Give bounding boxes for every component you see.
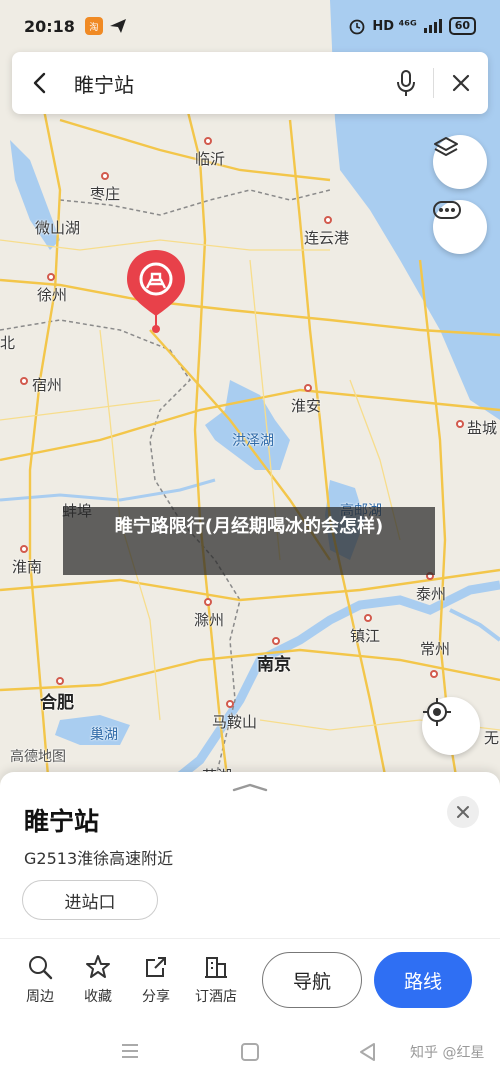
- star-icon: [86, 955, 110, 978]
- watermark: 知乎 @红星: [410, 1045, 485, 1061]
- more-dots-icon: [433, 201, 461, 219]
- city-label-bei: 北: [0, 334, 16, 352]
- status-time: 20:18: [24, 16, 75, 36]
- city-label-huainan: 淮南: [12, 558, 43, 576]
- city-label-nanjing: 南京: [257, 655, 291, 675]
- drag-handle-icon[interactable]: [232, 782, 268, 792]
- city-dot: [101, 172, 109, 180]
- city-dot: [204, 598, 212, 606]
- nearby-label: 周边: [26, 989, 54, 1005]
- voice-search-button[interactable]: [379, 52, 433, 114]
- city-label-hefei: 合肥: [40, 693, 74, 713]
- city-dot: [226, 700, 234, 708]
- network-label: HD ⁴⁶ᴳ: [372, 18, 417, 34]
- city-dot: [324, 216, 332, 224]
- city-label-zaozhuang: 枣庄: [90, 185, 121, 203]
- city-label-zhenjiang: 镇江: [350, 627, 381, 645]
- favorite-label: 收藏: [84, 989, 112, 1005]
- close-sheet-button[interactable]: [447, 796, 479, 828]
- battery-indicator: 60: [448, 17, 476, 35]
- city-label-weishanhu: 微山湖: [35, 219, 81, 237]
- share-icon: [146, 957, 166, 977]
- nearby-button[interactable]: 周边: [12, 954, 68, 1014]
- route-button[interactable]: 路线: [374, 952, 472, 1008]
- send-icon: [109, 19, 126, 33]
- city-dot: [20, 377, 28, 385]
- layers-icon: [434, 137, 458, 156]
- notification-app-icon: 淘: [84, 17, 103, 35]
- map-canvas: [0, 0, 500, 800]
- map-view[interactable]: 临沂 枣庄 微山湖 连云港 徐州 北 宿州 淮安 洪泽湖 盐城 蚌埠 淮南 高邮…: [0, 0, 500, 800]
- menu-icon[interactable]: [120, 1042, 140, 1060]
- city-label-huaian: 淮安: [291, 397, 322, 415]
- city-dot: [56, 677, 64, 685]
- close-icon: [457, 806, 469, 818]
- system-navigation-bar: 知乎 @红星: [0, 1022, 500, 1083]
- city-dot: [430, 670, 438, 678]
- locate-button[interactable]: [422, 697, 480, 755]
- more-button[interactable]: [433, 200, 487, 254]
- city-label-maanshan: 马鞍山: [212, 713, 258, 731]
- chevron-left-icon: [33, 72, 46, 94]
- overlay-caption: 睢宁路限行(月经期喝冰的会怎样): [63, 507, 435, 575]
- share-button[interactable]: 分享: [128, 954, 184, 1014]
- train-station-icon: [127, 250, 185, 333]
- city-label-taizhou: 泰州: [416, 585, 447, 603]
- back-triangle-icon[interactable]: [358, 1042, 378, 1062]
- share-label: 分享: [142, 989, 170, 1005]
- lake-label-hongzehu: 洪泽湖: [232, 433, 274, 449]
- back-button[interactable]: [12, 52, 66, 114]
- screen: 临沂 枣庄 微山湖 连云港 徐州 北 宿州 淮安 洪泽湖 盐城 蚌埠 淮南 高邮…: [0, 0, 500, 1083]
- city-label-linyi: 临沂: [195, 150, 226, 168]
- city-dot: [364, 614, 372, 622]
- alarm-icon: [349, 19, 365, 35]
- city-label-changzhou: 常州: [420, 640, 451, 658]
- status-bar: 20:18 淘 HD ⁴⁶ᴳ 60: [0, 0, 500, 52]
- city-label-lianyungang: 连云港: [304, 229, 350, 247]
- amap-logo: 高德地图: [10, 749, 66, 765]
- city-label-chuzhou: 滁州: [194, 611, 225, 629]
- city-dot: [304, 384, 312, 392]
- city-dot: [456, 420, 464, 428]
- poi-address: G2513淮徐高速附近: [24, 849, 174, 868]
- crosshair-icon: [423, 698, 451, 726]
- hotel-label: 订酒店: [195, 989, 237, 1005]
- hotel-icon: [205, 957, 227, 978]
- status-indicators: HD ⁴⁶ᴳ 60: [348, 17, 476, 35]
- city-label-wu: 无: [484, 729, 500, 747]
- city-dot: [204, 137, 212, 145]
- home-icon[interactable]: [240, 1042, 260, 1062]
- city-dot: [272, 637, 280, 645]
- search-icon: [29, 956, 53, 980]
- favorite-button[interactable]: 收藏: [70, 954, 126, 1014]
- search-bar[interactable]: 睢宁站: [12, 52, 488, 114]
- close-icon: [452, 74, 470, 92]
- poi-title: 睢宁站: [24, 807, 100, 836]
- clear-search-button[interactable]: [434, 52, 488, 114]
- divider: [0, 938, 500, 939]
- lake-label-chaohu: 巢湖: [90, 727, 118, 743]
- city-label-xuzhou: 徐州: [37, 286, 68, 304]
- station-marker[interactable]: [125, 248, 187, 334]
- navigate-button[interactable]: 导航: [262, 952, 362, 1008]
- city-dot: [20, 545, 28, 553]
- search-input[interactable]: 睢宁站: [66, 69, 379, 98]
- hotel-button[interactable]: 订酒店: [188, 954, 244, 1014]
- city-label-suzhou: 宿州: [32, 376, 63, 394]
- layers-button[interactable]: [433, 135, 487, 189]
- microphone-icon: [397, 70, 415, 96]
- city-label-yancheng: 盐城: [467, 419, 498, 437]
- city-dot: [47, 273, 55, 281]
- signal-icon: [423, 19, 442, 33]
- entrance-chip[interactable]: 进站口: [22, 880, 158, 920]
